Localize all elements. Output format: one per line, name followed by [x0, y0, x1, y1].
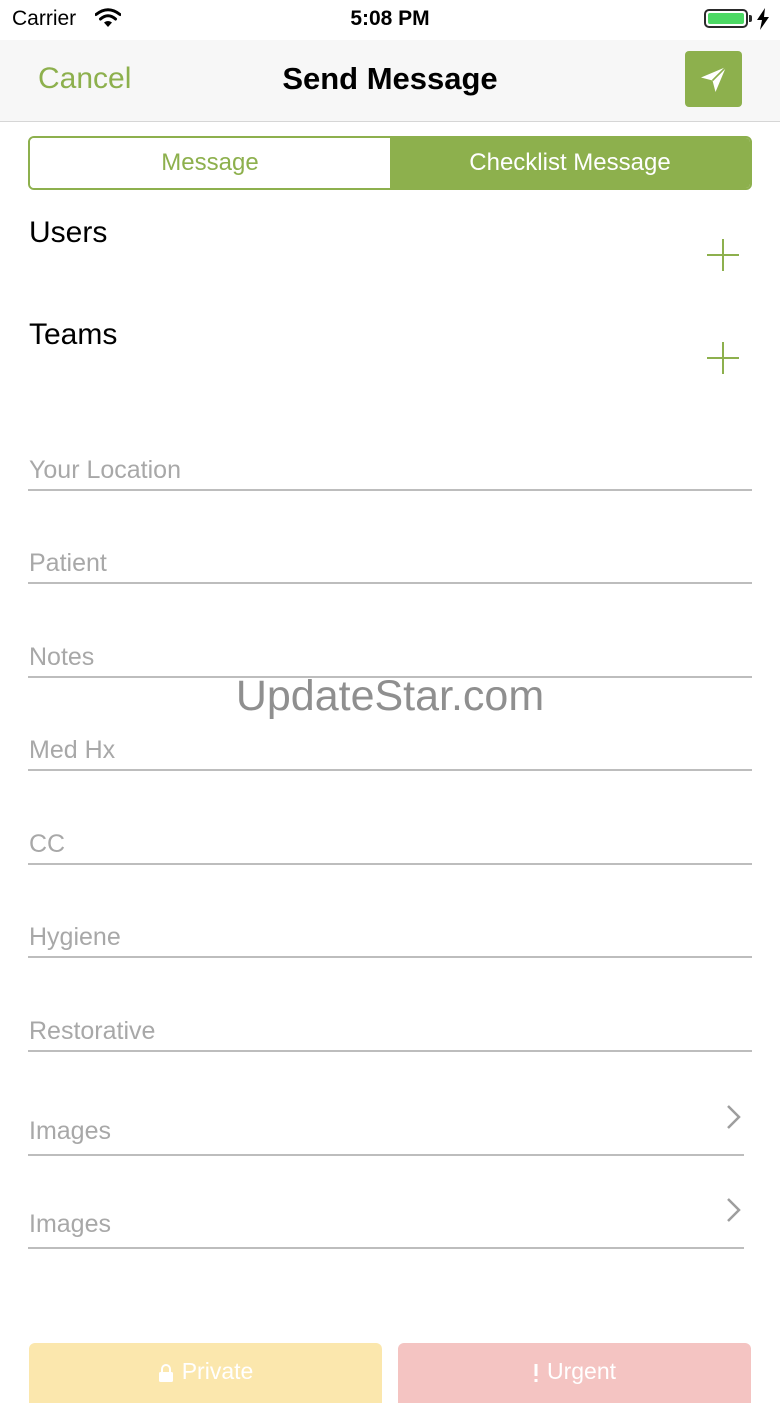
lock-icon — [158, 1363, 173, 1382]
cc-field-container — [28, 817, 752, 865]
battery-icon — [704, 9, 748, 28]
add-teams-button[interactable] — [703, 338, 743, 378]
message-type-segmented-control: Message Checklist Message — [28, 136, 752, 190]
users-label: Users — [29, 216, 108, 249]
med-hx-field-container — [28, 723, 752, 771]
images-row-2-label: Images — [29, 1210, 111, 1238]
hygiene-field-container — [28, 910, 752, 958]
images-row-1[interactable]: Images — [28, 1104, 744, 1156]
status-bar: Carrier 5:08 PM — [0, 0, 780, 40]
private-button-label: Private — [181, 1358, 254, 1384]
chevron-right-icon — [727, 1105, 741, 1129]
navigation-bar: Cancel Send Message — [0, 40, 780, 122]
restorative-field[interactable] — [29, 1017, 709, 1046]
location-field[interactable] — [29, 456, 709, 485]
teams-label: Teams — [29, 318, 118, 351]
notes-field-container — [28, 630, 752, 678]
med-hx-field[interactable] — [29, 736, 709, 765]
images-row-2[interactable]: Images — [28, 1197, 744, 1249]
restorative-field-container — [28, 1004, 752, 1052]
page-title: Send Message — [282, 61, 498, 96]
segment-checklist-message[interactable]: Checklist Message — [390, 138, 750, 188]
location-field-container — [28, 443, 752, 491]
images-row-1-label: Images — [29, 1117, 111, 1145]
cc-field[interactable] — [29, 830, 709, 859]
private-button[interactable]: Private — [29, 1343, 382, 1403]
patient-field[interactable] — [29, 549, 709, 578]
urgent-button[interactable]: Urgent — [398, 1343, 751, 1403]
send-button[interactable] — [685, 51, 742, 107]
notes-field[interactable] — [29, 643, 709, 672]
urgent-button-label: Urgent — [546, 1358, 617, 1384]
charging-bolt-icon — [757, 8, 769, 30]
hygiene-field[interactable] — [29, 923, 709, 952]
exclamation-icon — [534, 1363, 538, 1382]
segment-message[interactable]: Message — [30, 138, 390, 188]
add-users-button[interactable] — [703, 235, 743, 275]
battery-nub — [749, 15, 752, 22]
send-icon — [701, 66, 727, 92]
watermark: UpdateStar.com — [235, 672, 545, 720]
status-time: 5:08 PM — [350, 7, 430, 30]
chevron-right-icon — [727, 1198, 741, 1222]
patient-field-container — [28, 536, 752, 584]
